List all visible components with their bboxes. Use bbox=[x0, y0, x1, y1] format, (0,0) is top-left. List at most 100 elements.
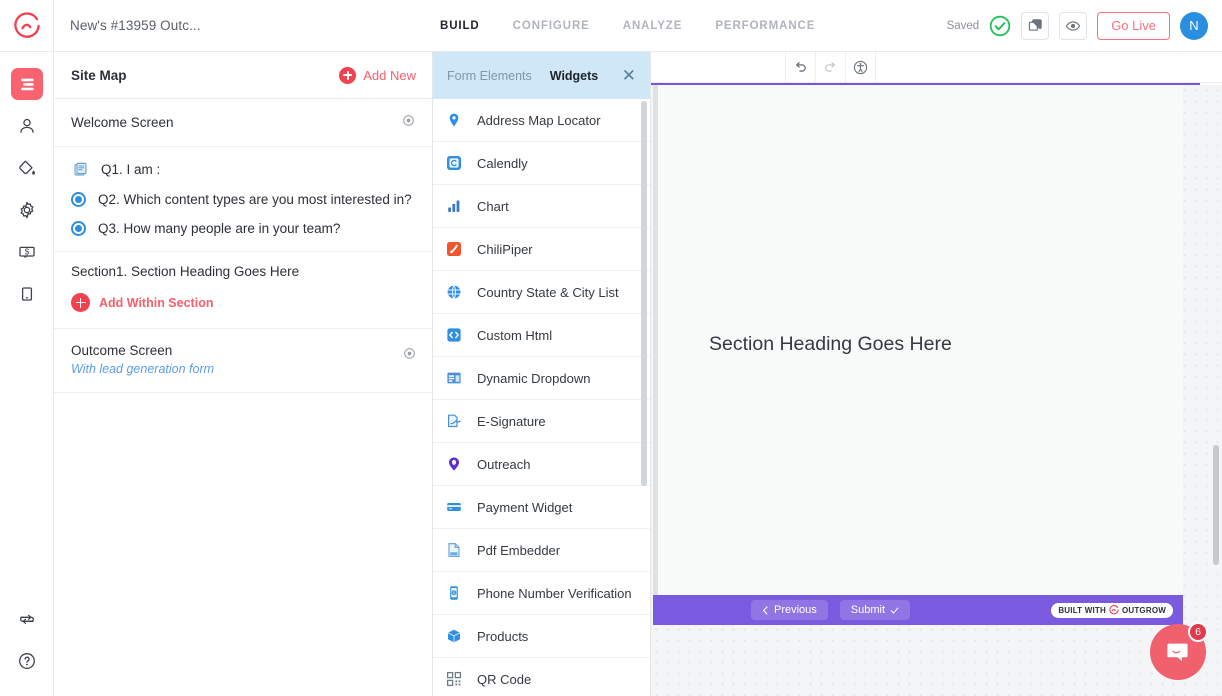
widget-label: Custom Html bbox=[477, 327, 553, 343]
widget-item-dynamic-dropdown[interactable]: Dynamic Dropdown bbox=[433, 357, 650, 400]
code-brackets-icon bbox=[445, 326, 463, 344]
widget-label: ChiliPiper bbox=[477, 241, 533, 257]
outgrow-logo-icon[interactable] bbox=[0, 0, 54, 51]
mobile-device-icon bbox=[21, 287, 33, 301]
add-new-button[interactable]: Add New bbox=[339, 66, 416, 84]
bar-chart-icon bbox=[445, 197, 463, 215]
canvas-stage: Section Heading Goes Here Previous Submi… bbox=[651, 85, 1222, 696]
undo-icon bbox=[796, 61, 806, 72]
widgets-panel-header: Form Elements Widgets ✕ bbox=[433, 52, 650, 99]
rail-item-layout[interactable] bbox=[11, 68, 43, 100]
widget-item-products[interactable]: Products bbox=[433, 615, 650, 658]
chat-bubble-icon bbox=[1167, 643, 1188, 662]
close-icon[interactable]: ✕ bbox=[622, 67, 636, 84]
sitemap-item-welcome-screen[interactable]: Welcome Screen bbox=[54, 99, 432, 147]
paint-bucket-icon bbox=[19, 160, 35, 175]
widget-item-chart[interactable]: Chart bbox=[433, 185, 650, 228]
map-pin-icon bbox=[445, 111, 463, 129]
radio-selected-icon bbox=[71, 192, 86, 207]
qr-code-icon bbox=[445, 670, 463, 688]
signature-icon bbox=[445, 412, 463, 430]
sitemap-section-block: Section1. Section Heading Goes Here Add … bbox=[54, 252, 432, 329]
built-with-outgrow-badge[interactable]: BUILT WITH OUTGROW bbox=[1051, 602, 1173, 618]
tab-form-elements[interactable]: Form Elements bbox=[447, 69, 532, 83]
rail-item-sync[interactable] bbox=[0, 598, 54, 640]
submit-button[interactable]: Submit bbox=[839, 600, 911, 620]
widget-item-chilipiper[interactable]: ChiliPiper bbox=[433, 228, 650, 271]
add-within-section-label: Add Within Section bbox=[99, 295, 214, 310]
previous-button[interactable]: Previous bbox=[751, 600, 828, 620]
widget-label: Payment Widget bbox=[477, 499, 573, 515]
q1-label: Q1. I am : bbox=[101, 161, 161, 177]
tab-configure[interactable]: CONFIGURE bbox=[513, 20, 590, 32]
widget-label: Address Map Locator bbox=[477, 112, 601, 128]
user-icon bbox=[20, 118, 34, 133]
widget-item-pdf-embedder[interactable]: Pdf Embedder bbox=[433, 529, 650, 572]
canvas-page-card[interactable]: Section Heading Goes Here bbox=[653, 85, 1183, 595]
sitemap-item-q1[interactable]: Q1. I am : bbox=[54, 153, 432, 185]
sitemap-item-outcome-screen[interactable]: Outcome Screen With lead generation form bbox=[54, 329, 432, 393]
eye-icon[interactable] bbox=[402, 114, 415, 132]
badge-brand: OUTGROW bbox=[1121, 605, 1166, 615]
tab-build[interactable]: BUILD bbox=[440, 20, 480, 32]
accessibility-button[interactable] bbox=[846, 51, 876, 83]
rail-item-device[interactable] bbox=[0, 273, 54, 315]
widget-label: Dynamic Dropdown bbox=[477, 370, 591, 386]
chat-launcher-button[interactable]: 6 bbox=[1150, 622, 1208, 680]
widget-item-custom-html[interactable]: Custom Html bbox=[433, 314, 650, 357]
sitemap-item-q2[interactable]: Q2. Which content types are you most int… bbox=[54, 185, 432, 214]
canvas-scrollbar[interactable] bbox=[1213, 445, 1219, 565]
canvas-section-heading[interactable]: Section Heading Goes Here bbox=[709, 333, 952, 356]
widget-label: E-Signature bbox=[477, 413, 546, 429]
widget-item-calendly[interactable]: Calendly bbox=[433, 142, 650, 185]
widget-item-payment-widget[interactable]: Payment Widget bbox=[433, 486, 650, 529]
undo-button[interactable] bbox=[786, 51, 816, 83]
widget-item-phone-number-verification[interactable]: Phone Number Verification bbox=[433, 572, 650, 615]
chilipiper-icon bbox=[445, 240, 463, 258]
accessibility-icon bbox=[853, 60, 868, 74]
globe-icon bbox=[445, 283, 463, 301]
widget-item-outreach[interactable]: Outreach bbox=[433, 443, 650, 486]
preview-button[interactable] bbox=[1059, 11, 1088, 40]
top-bar: New's #13959 Outc... BUILD CONFIGURE ANA… bbox=[0, 0, 1222, 52]
icon-rail: $ bbox=[0, 52, 54, 696]
widget-label: Phone Number Verification bbox=[477, 585, 632, 601]
widget-item-qr-code[interactable]: QR Code bbox=[433, 658, 650, 696]
eye-icon bbox=[1065, 20, 1081, 31]
redo-button[interactable] bbox=[816, 51, 846, 83]
rail-item-user[interactable] bbox=[0, 105, 54, 147]
rail-item-payments[interactable]: $ bbox=[0, 231, 54, 273]
dollar-tag-icon: $ bbox=[19, 246, 35, 259]
rail-item-theme[interactable] bbox=[0, 147, 54, 189]
rail-item-help[interactable] bbox=[0, 640, 54, 682]
widgets-scrollbar[interactable] bbox=[641, 101, 647, 486]
badge-prefix: BUILT WITH bbox=[1058, 605, 1106, 615]
clone-button[interactable] bbox=[1021, 11, 1050, 40]
q2-label: Q2. Which content types are you most int… bbox=[98, 192, 412, 207]
sync-icon bbox=[20, 614, 34, 624]
tab-analyze[interactable]: ANALYZE bbox=[623, 20, 683, 32]
add-within-section-button[interactable]: Add Within Section bbox=[71, 293, 415, 312]
widget-label: Pdf Embedder bbox=[477, 542, 561, 558]
tab-performance[interactable]: PERFORMANCE bbox=[715, 20, 815, 32]
widget-item-country-state-city-list[interactable]: Country State & City List bbox=[433, 271, 650, 314]
sitemap-item-q3[interactable]: Q3. How many people are in your team? bbox=[54, 214, 432, 243]
section-title[interactable]: Section1. Section Heading Goes Here bbox=[71, 264, 415, 279]
widgets-list: Address Map Locator Calendly Chart Chili… bbox=[433, 99, 650, 696]
check-circle-icon bbox=[989, 15, 1011, 37]
copy-icon bbox=[1028, 19, 1042, 31]
check-icon bbox=[890, 607, 899, 614]
document-title[interactable]: New's #13959 Outc... bbox=[70, 18, 201, 33]
rail-item-settings[interactable] bbox=[0, 189, 54, 231]
outcome-screen-title: Outcome Screen bbox=[71, 343, 173, 358]
previous-label: Previous bbox=[774, 604, 817, 616]
eye-icon[interactable] bbox=[403, 347, 416, 365]
sitemap-questions-group: Q1. I am : Q2. Which content types are y… bbox=[54, 147, 432, 252]
widget-item-address-map-locator[interactable]: Address Map Locator bbox=[433, 99, 650, 142]
widget-item-e-signature[interactable]: E-Signature bbox=[433, 400, 650, 443]
go-live-button[interactable]: Go Live bbox=[1097, 11, 1170, 40]
avatar[interactable]: N bbox=[1180, 11, 1208, 40]
tab-widgets[interactable]: Widgets bbox=[550, 69, 599, 83]
site-map-header: Site Map Add New bbox=[54, 52, 432, 99]
canvas-toolbar bbox=[651, 51, 1222, 83]
